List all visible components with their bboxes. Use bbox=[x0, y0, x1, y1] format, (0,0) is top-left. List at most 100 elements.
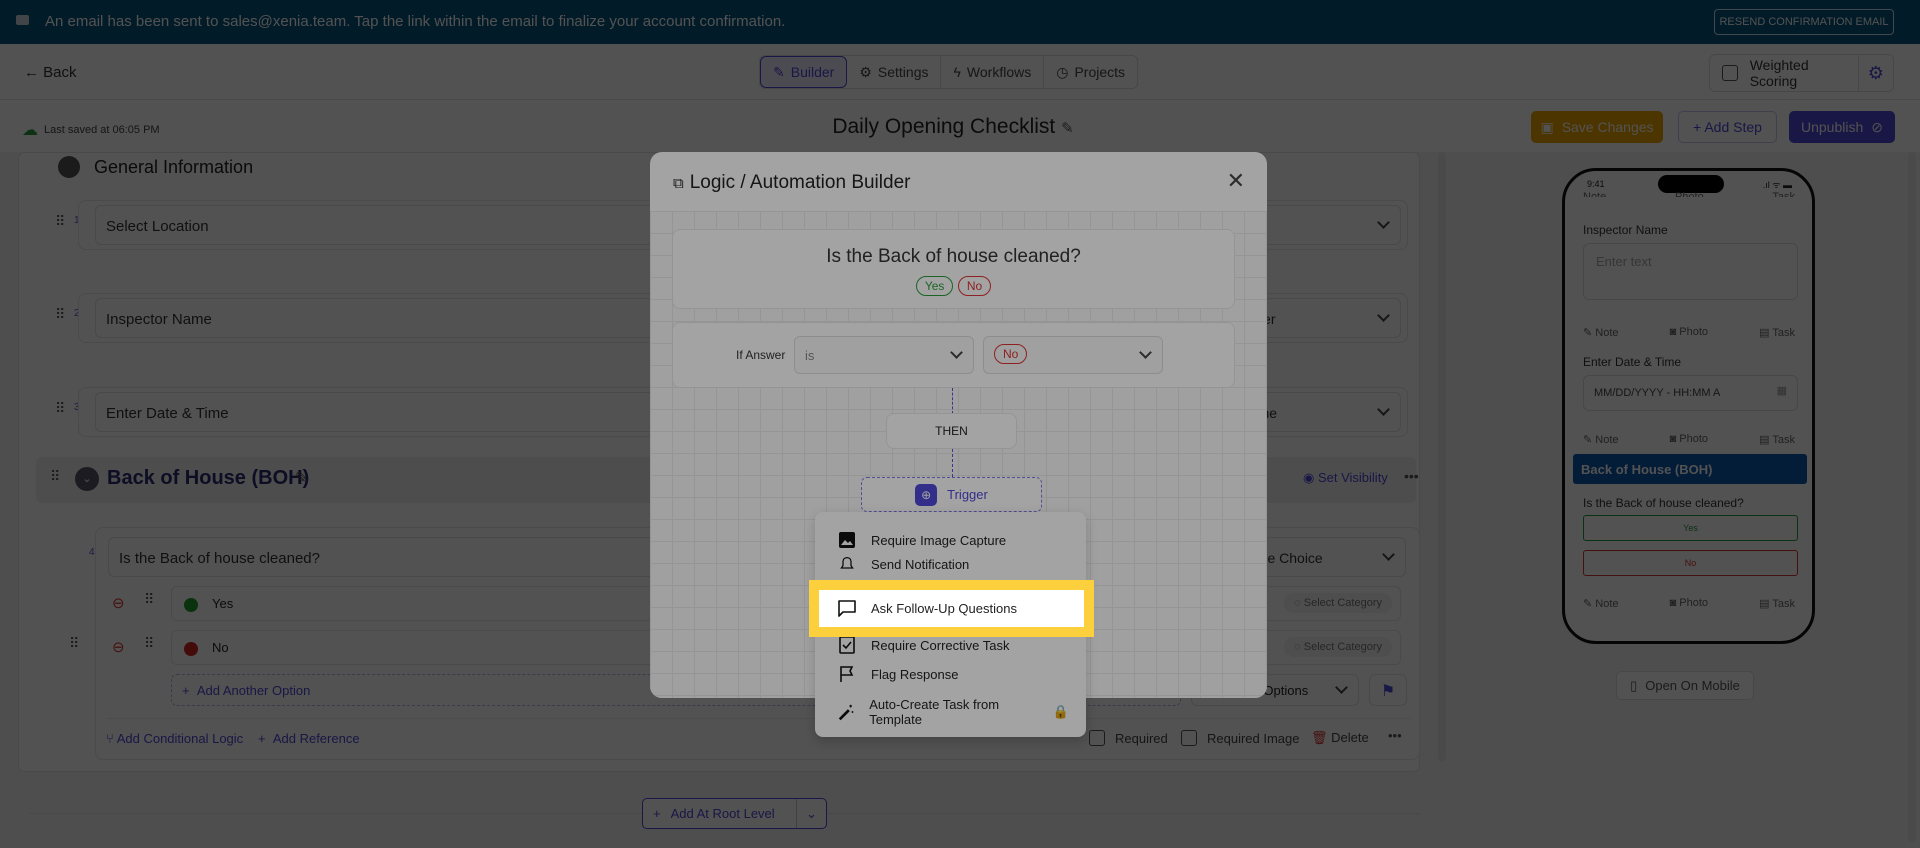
preview-scrollbar[interactable] bbox=[1908, 152, 1916, 842]
divider bbox=[106, 718, 1411, 719]
section-collapse-icon[interactable] bbox=[58, 156, 80, 178]
drag-handle-icon[interactable]: ⠿ bbox=[55, 401, 65, 415]
highlighted-menu-item-ask-follow-up[interactable]: Ask Follow-Up Questions bbox=[809, 580, 1094, 637]
menu-item-require-image[interactable]: Require Image Capture bbox=[837, 530, 1006, 550]
open-mobile-label: Open On Mobile bbox=[1645, 678, 1740, 693]
add-step-button[interactable]: + Add Step bbox=[1678, 111, 1777, 143]
menu-item-auto-create-task[interactable]: Auto-Create Task from Template 🔒 bbox=[837, 697, 1069, 727]
add-logic-label: Add Conditional Logic bbox=[116, 731, 244, 746]
option-label: Yes bbox=[212, 596, 234, 611]
menu-item-flag-response[interactable]: Flag Response bbox=[837, 664, 958, 684]
settings-gear-icon[interactable]: ⚙ bbox=[1857, 55, 1893, 91]
menu-item-label: Flag Response bbox=[871, 666, 959, 682]
note-label: Note bbox=[1595, 434, 1619, 446]
task-button[interactable]: ▤ Task bbox=[1759, 326, 1795, 339]
operator-select[interactable]: is bbox=[794, 336, 974, 374]
plus-circle-icon: ⊕ bbox=[915, 483, 938, 506]
checkbox[interactable] bbox=[1089, 730, 1105, 746]
required-checkbox[interactable]: Required bbox=[1089, 730, 1168, 746]
section-title-general: General Information bbox=[94, 157, 254, 177]
lightning-icon: ϟ bbox=[953, 64, 961, 80]
note-photo-task-row: ✎ Note ◙ Photo ▤ Task bbox=[1583, 433, 1795, 446]
select-category-button[interactable]: ◌ Select Category bbox=[1284, 593, 1392, 613]
drag-handle-icon[interactable]: ⠿ bbox=[55, 307, 65, 321]
preview-no-button[interactable]: No bbox=[1583, 550, 1798, 576]
more-icon[interactable]: ••• bbox=[1388, 728, 1402, 743]
menu-item-ask-follow-up[interactable]: Ask Follow-Up Questions bbox=[837, 598, 1017, 618]
banner-message: An email has been sent to sales@xenia.te… bbox=[45, 13, 786, 30]
preview-yes-button[interactable]: Yes bbox=[1583, 515, 1798, 541]
modal-title-text: Logic / Automation Builder bbox=[689, 172, 911, 193]
add-at-root-level-button[interactable]: + Add At Root Level ⌄ bbox=[642, 798, 827, 829]
pencil-icon[interactable]: ✎ bbox=[295, 468, 308, 488]
tab-workflows[interactable]: ϟ Workflows bbox=[941, 56, 1045, 88]
save-changes-button[interactable]: ▣ Save Changes bbox=[1531, 111, 1663, 143]
then-node: THEN bbox=[886, 413, 1017, 449]
back-button[interactable]: ← Back bbox=[24, 64, 77, 81]
resend-confirmation-button[interactable]: RESEND CONFIRMATION EMAIL bbox=[1714, 9, 1894, 35]
photo-button[interactable]: ◙ Photo bbox=[1670, 326, 1708, 339]
task-button[interactable]: ▤ Task bbox=[1759, 433, 1795, 446]
menu-item-send-notification[interactable]: Send Notification bbox=[837, 556, 969, 572]
scrollbar[interactable] bbox=[1438, 152, 1446, 762]
preview-date-label: Enter Date & Time bbox=[1583, 355, 1682, 369]
checkbox[interactable] bbox=[1181, 730, 1197, 746]
status-time: 9:41 bbox=[1587, 179, 1605, 189]
bookmark-icon[interactable]: ⚑ bbox=[1369, 674, 1407, 706]
drag-handle-icon[interactable]: ⠿ bbox=[69, 636, 79, 650]
lock-icon: 🔒 bbox=[1052, 704, 1069, 719]
drag-handle-icon[interactable]: ⠿ bbox=[144, 636, 154, 650]
delete-button[interactable]: 🗑 Delete bbox=[1311, 730, 1369, 746]
close-icon[interactable]: ✕ bbox=[1227, 168, 1245, 194]
tab-label: Workflows bbox=[966, 64, 1032, 80]
chat-bubble-icon bbox=[838, 600, 856, 617]
menu-item-corrective-task[interactable]: Require Corrective Task bbox=[837, 635, 1009, 655]
tab-settings[interactable]: ⚙ Settings bbox=[847, 56, 942, 88]
condition-node: If Answer is No bbox=[672, 322, 1235, 388]
menu-item-label: Ask Follow-Up Questions bbox=[871, 600, 1017, 616]
confirmation-banner: An email has been sent to sales@xenia.te… bbox=[0, 0, 1920, 44]
pencil-icon[interactable]: ✎ bbox=[1061, 120, 1074, 137]
photo-button[interactable]: ◙ Photo bbox=[1670, 433, 1708, 446]
weighted-scoring-checkbox[interactable] bbox=[1722, 65, 1738, 81]
add-conditional-logic-button[interactable]: ⑂ Add Conditional Logic bbox=[106, 731, 243, 746]
note-button[interactable]: ✎ Note bbox=[1583, 597, 1619, 610]
modal-title: ⧉ Logic / Automation Builder bbox=[673, 172, 910, 194]
flag-icon bbox=[840, 666, 854, 682]
set-visibility-button[interactable]: ◉ Set Visibility bbox=[1303, 470, 1388, 486]
option-label: No bbox=[212, 640, 229, 655]
note-button[interactable]: ✎ Note bbox=[1583, 433, 1619, 446]
required-image-checkbox[interactable]: Required Image bbox=[1181, 730, 1300, 746]
drag-handle-icon[interactable]: ⠿ bbox=[144, 592, 154, 606]
connector-line bbox=[952, 388, 953, 414]
answer-value-select[interactable]: No bbox=[983, 336, 1163, 374]
option-color-dot bbox=[184, 597, 198, 612]
menu-item-label: Send Notification bbox=[871, 556, 970, 572]
preview-question: Is the Back of house cleaned? bbox=[1583, 496, 1744, 510]
photo-button[interactable]: ◙ Photo bbox=[1670, 597, 1708, 610]
chevron-down-icon bbox=[1377, 403, 1390, 416]
remove-option-icon[interactable]: ⊖ bbox=[112, 594, 125, 612]
delete-label: Delete bbox=[1331, 730, 1369, 745]
note-button[interactable]: ✎ Note bbox=[1583, 326, 1619, 339]
collapse-chevron-icon[interactable]: ⌄ bbox=[75, 467, 99, 491]
drag-handle-icon[interactable]: ⠿ bbox=[50, 469, 60, 483]
remove-option-icon[interactable]: ⊖ bbox=[112, 638, 125, 656]
weighted-scoring-toggle[interactable]: Weighted Scoring ⚙ bbox=[1709, 54, 1894, 92]
select-category-button[interactable]: ◌ Select Category bbox=[1284, 637, 1392, 657]
task-label: Task bbox=[1772, 327, 1795, 339]
preview-date-input[interactable]: MM/DD/YYYY - HH:MM A ▦ bbox=[1583, 375, 1798, 411]
task-button[interactable]: ▤ Task bbox=[1759, 597, 1795, 610]
add-reference-button[interactable]: + Add Reference bbox=[258, 731, 360, 746]
drag-handle-icon[interactable]: ⠿ bbox=[55, 214, 65, 228]
tab-builder[interactable]: ✎ Builder bbox=[760, 56, 848, 88]
chevron-down-icon[interactable]: ⌄ bbox=[796, 799, 826, 828]
open-on-mobile-button[interactable]: ▯ Open On Mobile bbox=[1616, 671, 1754, 700]
trigger-button[interactable]: ⊕ Trigger bbox=[861, 477, 1042, 512]
unpublish-button[interactable]: Unpublish ⊘ bbox=[1789, 111, 1895, 143]
preview-text-input[interactable]: Enter text bbox=[1583, 243, 1798, 300]
trash-icon: 🗑 bbox=[1311, 730, 1328, 745]
more-icon[interactable]: ••• bbox=[1404, 468, 1419, 484]
tab-projects[interactable]: ◷ Projects bbox=[1044, 56, 1137, 88]
chevron-down-icon bbox=[1139, 346, 1152, 359]
